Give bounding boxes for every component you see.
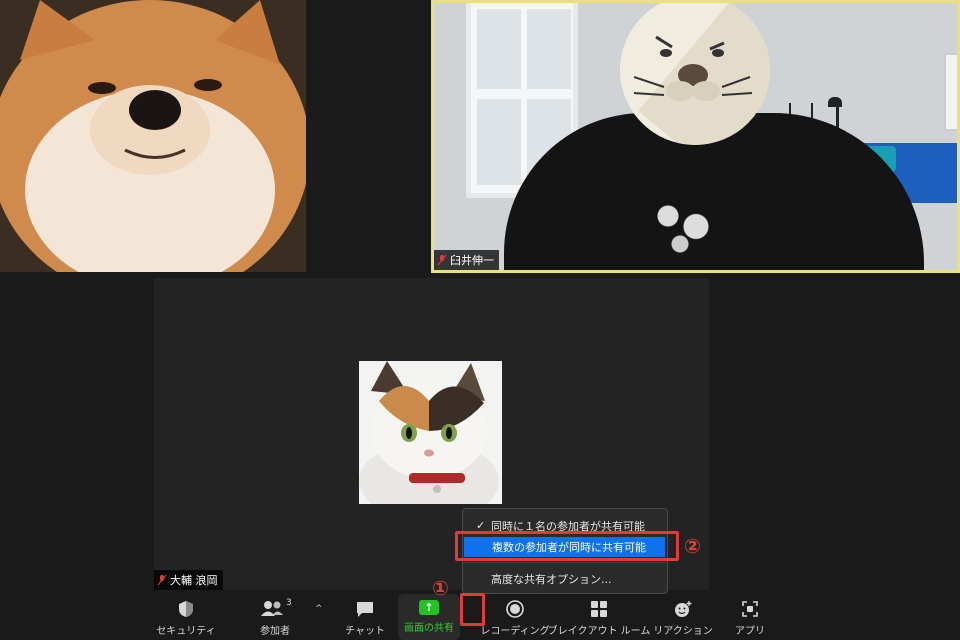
participant-name: 臼井伸一: [450, 254, 494, 267]
share-screen-button[interactable]: ↑ 画面の共有: [398, 594, 460, 640]
participants-count-badge: 3: [286, 598, 292, 608]
calico-cat-avatar: [359, 361, 502, 504]
chat-button[interactable]: チャット: [340, 594, 390, 640]
smiley-plus-icon: [675, 601, 692, 617]
annotation-number-1: ①: [432, 576, 449, 600]
share-screen-label: 画面の共有: [404, 623, 454, 634]
security-label: セキュリティ: [156, 626, 216, 637]
chat-label: チャット: [345, 626, 385, 637]
grid-icon: [591, 601, 607, 617]
participant-name-tag: 大輔 浪岡: [154, 570, 223, 590]
participant-name-tag: 臼井伸一: [434, 250, 499, 270]
menu-item-advanced-options[interactable]: 高度な共有オプション...: [463, 569, 667, 589]
reactions-button[interactable]: リアクション: [653, 594, 713, 640]
chat-bubble-icon: [357, 602, 373, 617]
recording-label: レコーディング: [480, 626, 550, 637]
record-icon: [506, 600, 524, 618]
mic-muted-icon: [437, 254, 447, 266]
video-tile-dog[interactable]: [0, 0, 306, 272]
hoodie-print: [644, 188, 724, 258]
security-button[interactable]: セキュリティ: [156, 594, 216, 640]
annotation-number-2: ②: [684, 534, 701, 558]
apps-icon: [742, 601, 758, 617]
breakout-rooms-button[interactable]: ブレイクアウト ルーム: [548, 594, 650, 640]
participant-name: 大輔 浪岡: [170, 574, 218, 587]
participants-button[interactable]: 3 参加者: [250, 594, 300, 640]
seal-face-mask-icon: [620, 3, 770, 145]
share-screen-icon: ↑: [419, 600, 439, 615]
breakout-rooms-label: ブレイクアウト ルーム: [547, 626, 651, 637]
shield-icon: [179, 601, 193, 617]
participants-caret-icon[interactable]: ^: [315, 604, 323, 614]
menu-divider: [463, 562, 667, 563]
menu-item-label: 高度な共有オプション...: [491, 573, 612, 586]
mic-muted-icon: [157, 574, 167, 586]
reactions-label: リアクション: [653, 626, 713, 637]
recording-button[interactable]: レコーディング: [480, 594, 550, 640]
video-tile-person[interactable]: 臼井伸一: [431, 0, 960, 273]
annotation-highlight-box: [455, 531, 679, 561]
apps-button[interactable]: アプリ: [728, 594, 772, 640]
people-icon: [261, 601, 283, 616]
annotation-highlight-box: [460, 593, 485, 626]
apps-label: アプリ: [735, 626, 765, 637]
room-picture-frame: [944, 53, 957, 131]
participants-label: 参加者: [260, 626, 290, 637]
shiba-dog-photo: [0, 0, 306, 272]
